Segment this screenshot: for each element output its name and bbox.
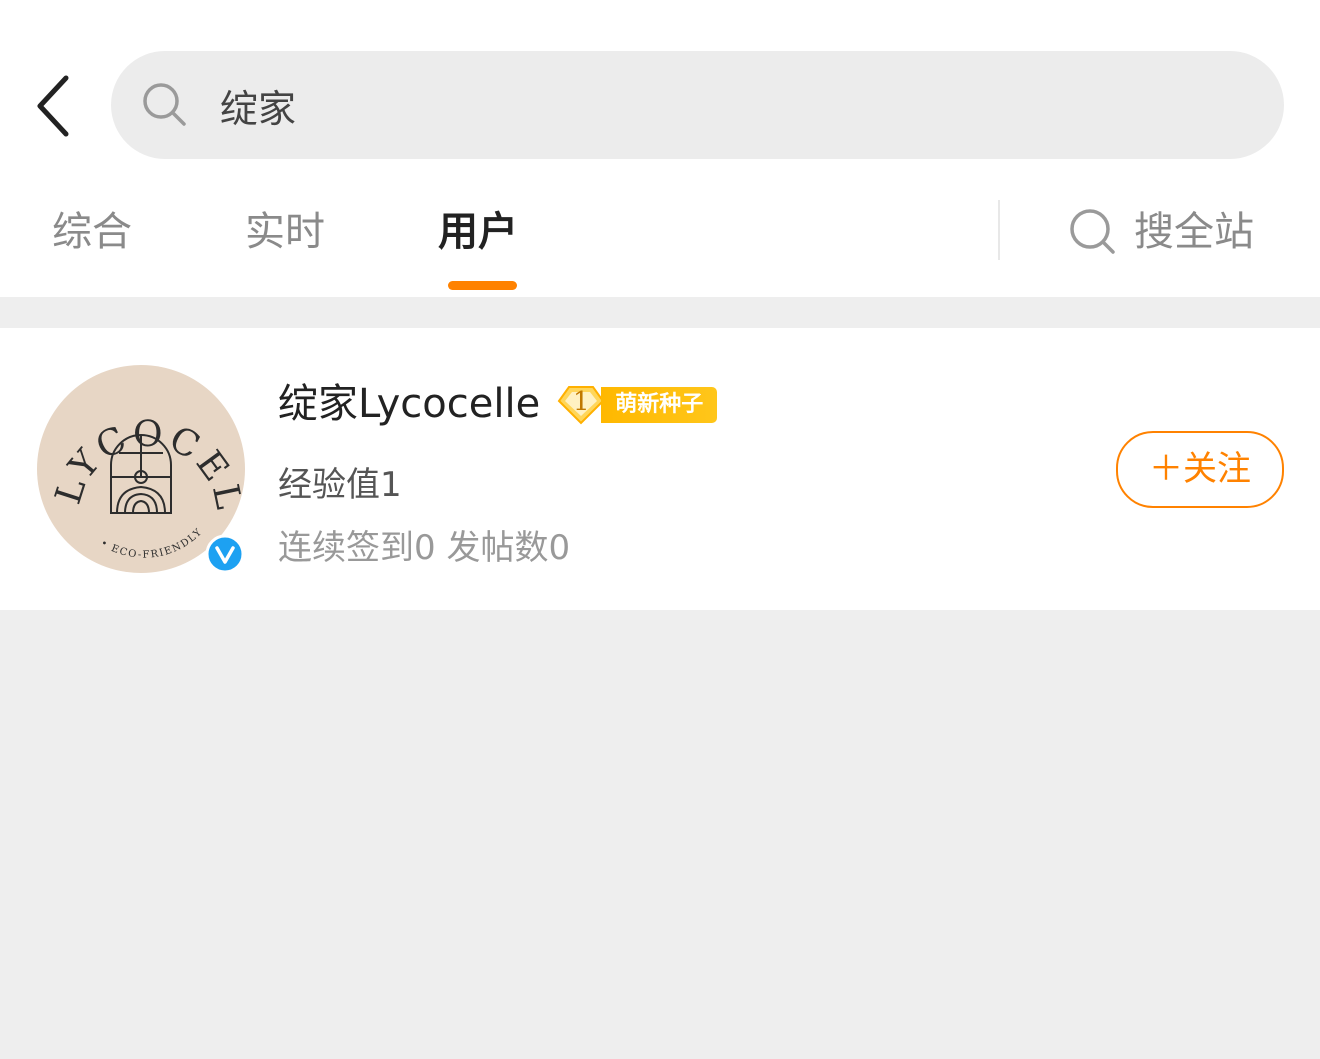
back-button[interactable] — [24, 66, 84, 146]
search-all-label: 搜全站 — [1134, 209, 1254, 255]
user-name[interactable]: 绽家Lycocelle — [278, 374, 540, 434]
user-name-row: 绽家Lycocelle 1 萌新种子 — [278, 374, 718, 434]
chevron-left-icon — [37, 75, 69, 137]
active-tab-indicator — [448, 281, 517, 290]
tab-users[interactable]: 用户 — [438, 203, 518, 261]
level-number: 1 — [573, 387, 590, 417]
tab-divider — [998, 200, 1000, 260]
user-exp: 经验值1 — [278, 465, 402, 505]
verified-icon — [205, 534, 245, 574]
search-icon — [143, 83, 186, 126]
search-header: 综合 实时 用户 搜全站 — [0, 0, 1320, 297]
search-icon — [1070, 209, 1115, 254]
user-result-card[interactable]: LYCOCELLE • ECO-FRIENDLY • 绽家Lycocelle — [0, 328, 1320, 610]
search-input[interactable] — [220, 72, 1220, 138]
level-title: 萌新种子 — [601, 387, 718, 423]
follow-button[interactable]: ＋关注 — [1116, 431, 1284, 508]
tab-realtime[interactable]: 实时 — [245, 203, 325, 261]
user-stats: 连续签到0 发帖数0 — [278, 528, 571, 568]
level-badge: 1 萌新种子 — [555, 383, 718, 425]
tab-comprehensive[interactable]: 综合 — [52, 203, 132, 261]
